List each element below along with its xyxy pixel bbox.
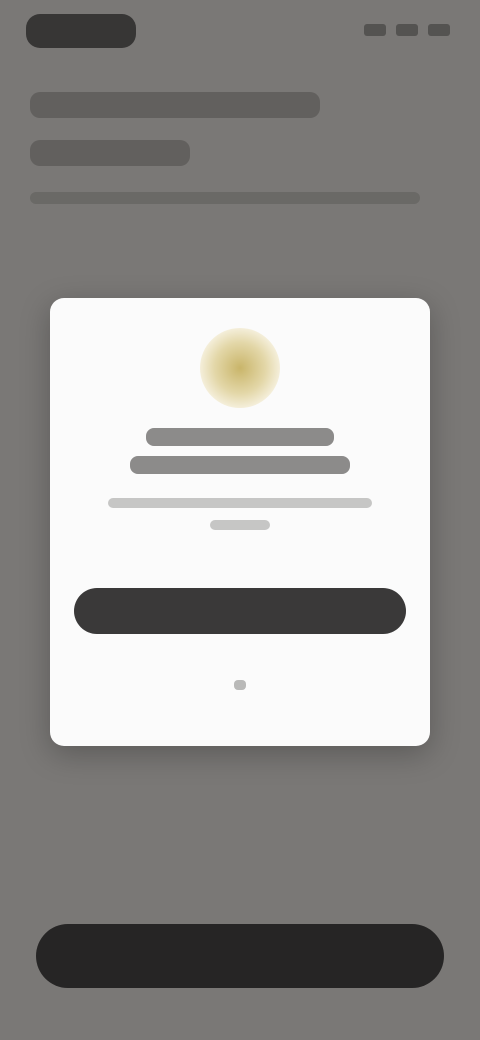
modal-body-text — [108, 498, 372, 508]
page-heading-line-2 — [30, 140, 190, 166]
page-heading-line-1 — [30, 92, 320, 118]
modal-secondary-label — [234, 680, 246, 690]
modal-secondary-button[interactable] — [200, 670, 280, 700]
status-time — [26, 14, 136, 48]
battery-icon — [428, 24, 450, 36]
phone-screen — [0, 0, 480, 1040]
wifi-icon — [396, 24, 418, 36]
modal-dialog — [50, 298, 430, 746]
badge-icon — [200, 328, 280, 408]
status-bar — [0, 0, 480, 64]
modal-title-continued — [130, 456, 350, 474]
bottom-primary-button[interactable] — [36, 924, 444, 988]
modal-body-text-continued — [210, 520, 270, 530]
status-icons — [364, 24, 450, 36]
modal-title — [146, 428, 334, 446]
modal-primary-button[interactable] — [74, 588, 406, 634]
page-subtitle-line — [30, 192, 420, 204]
signal-icon — [364, 24, 386, 36]
